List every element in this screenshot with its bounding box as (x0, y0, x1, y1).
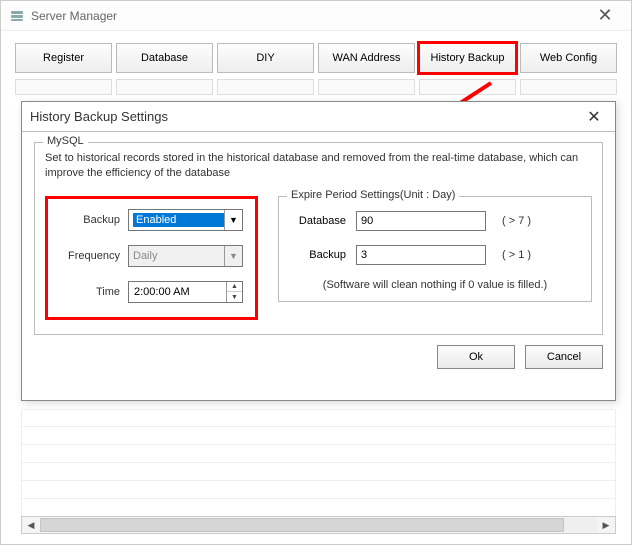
backup-select[interactable]: Enabled ▼ (128, 209, 243, 231)
backup-days-input[interactable] (356, 245, 486, 265)
history-backup-dialog: History Backup Settings ✕ MySQL Set to h… (21, 101, 616, 401)
window-close-button[interactable]: ✕ (585, 2, 625, 30)
time-label: Time (60, 286, 120, 298)
time-spinner[interactable]: 2:00:00 AM ▲ ▼ (128, 281, 243, 303)
ok-button[interactable]: Ok (437, 345, 515, 369)
expire-fieldset: Expire Period Settings(Unit : Day) Datab… (278, 196, 592, 302)
frequency-label: Frequency (60, 250, 120, 262)
table-row (21, 445, 616, 463)
dialog-close-button[interactable]: ✕ (581, 106, 607, 128)
backup-label: Backup (60, 214, 120, 226)
table-row (21, 427, 616, 445)
scroll-left-icon[interactable]: ◀ (22, 517, 40, 533)
cancel-button[interactable]: Cancel (525, 345, 603, 369)
scrollbar-thumb[interactable] (40, 518, 564, 532)
frequency-select: Daily ▼ (128, 245, 243, 267)
table-row (21, 481, 616, 499)
database-label: Database (291, 215, 346, 227)
tab-history-backup[interactable]: History Backup (419, 43, 516, 73)
spinner-up-icon[interactable]: ▲ (227, 282, 242, 293)
backup-days-label: Backup (291, 249, 346, 261)
expire-legend: Expire Period Settings(Unit : Day) (287, 189, 459, 201)
database-hint: ( > 7 ) (502, 215, 531, 227)
tab-web-config[interactable]: Web Config (520, 43, 617, 73)
mysql-description: Set to historical records stored in the … (45, 151, 592, 182)
spinner-down-icon[interactable]: ▼ (227, 292, 242, 302)
mysql-fieldset: MySQL Set to historical records stored i… (34, 142, 603, 335)
main-window: Server Manager ✕ Register Database DIY W… (0, 0, 632, 545)
chevron-down-icon: ▼ (224, 246, 242, 266)
tab-wan-address[interactable]: WAN Address (318, 43, 415, 73)
tab-row: Register Database DIY WAN Address Histor… (15, 43, 617, 73)
table-row (21, 463, 616, 481)
titlebar: Server Manager ✕ (1, 1, 631, 31)
database-input[interactable] (356, 211, 486, 231)
tab-database[interactable]: Database (116, 43, 213, 73)
mysql-legend: MySQL (43, 135, 88, 147)
table-row (21, 409, 616, 427)
table-row (21, 499, 616, 517)
tab-register[interactable]: Register (15, 43, 112, 73)
data-grid (21, 409, 616, 517)
expire-note: (Software will clean nothing if 0 value … (291, 279, 579, 291)
dialog-title-text: History Backup Settings (30, 109, 168, 124)
window-title: Server Manager (31, 9, 117, 23)
dialog-titlebar: History Backup Settings ✕ (22, 102, 615, 132)
backup-settings-group: Backup Enabled ▼ Frequency Daily ▼ (45, 196, 258, 320)
app-icon (9, 8, 25, 24)
horizontal-scrollbar[interactable]: ◀ ▶ (21, 516, 616, 534)
scroll-right-icon[interactable]: ▶ (597, 517, 615, 533)
backup-days-hint: ( > 1 ) (502, 249, 531, 261)
chevron-down-icon: ▼ (224, 210, 242, 230)
tab-diy[interactable]: DIY (217, 43, 314, 73)
